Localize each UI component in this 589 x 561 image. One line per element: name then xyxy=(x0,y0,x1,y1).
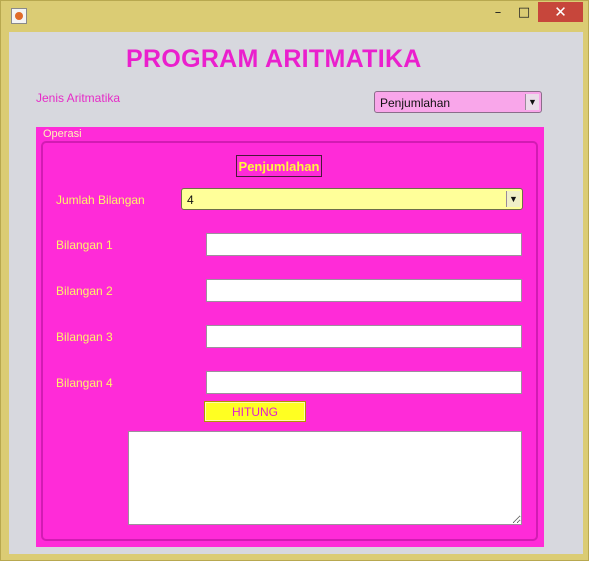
bilangan-3-label: Bilangan 3 xyxy=(56,330,113,344)
result-textarea[interactable] xyxy=(128,431,522,525)
title-bar[interactable]: – □ ✕ xyxy=(1,1,589,31)
jenis-aritmatika-value: Penjumlahan xyxy=(380,96,451,110)
bilangan-1-label: Bilangan 1 xyxy=(56,238,113,252)
java-app-icon[interactable] xyxy=(11,8,27,24)
operasi-inner-panel: Penjumlahan Jumlah Bilangan 4 ▼ Bilangan… xyxy=(41,141,538,541)
maximize-icon: □ xyxy=(517,4,531,20)
page-title: PROGRAM ARITMATIKA xyxy=(126,45,422,73)
jumlah-bilangan-dropdown[interactable]: 4 ▼ xyxy=(181,188,523,210)
operasi-panel: Operasi Penjumlahan Jumlah Bilangan 4 ▼ … xyxy=(36,127,544,547)
minimize-icon: – xyxy=(494,4,502,20)
jenis-aritmatika-label: Jenis Aritmatika xyxy=(36,91,121,105)
operation-label: Penjumlahan xyxy=(236,155,322,177)
bilangan-4-input[interactable] xyxy=(206,371,522,394)
hitung-button[interactable]: HITUNG xyxy=(204,401,306,422)
jenis-aritmatika-dropdown[interactable]: Penjumlahan ▼ xyxy=(374,91,542,113)
content-pane: PROGRAM ARITMATIKA Jenis Aritmatika Penj… xyxy=(9,32,583,554)
operasi-title: Operasi xyxy=(43,128,82,140)
minimize-button[interactable]: – xyxy=(485,2,511,22)
bilangan-2-input[interactable] xyxy=(206,279,522,302)
bilangan-2-label: Bilangan 2 xyxy=(56,284,113,298)
bilangan-4-label: Bilangan 4 xyxy=(56,376,113,390)
jumlah-bilangan-label: Jumlah Bilangan xyxy=(56,193,145,207)
jumlah-bilangan-value: 4 xyxy=(187,193,194,207)
close-icon: ✕ xyxy=(554,3,567,21)
bilangan-3-input[interactable] xyxy=(206,325,522,348)
bilangan-1-input[interactable] xyxy=(206,233,522,256)
maximize-button[interactable]: □ xyxy=(511,2,537,22)
app-window: – □ ✕ PROGRAM ARITMATIKA Jenis Aritmatik… xyxy=(0,0,589,561)
chevron-down-icon[interactable]: ▼ xyxy=(525,94,539,110)
close-button[interactable]: ✕ xyxy=(538,2,583,22)
chevron-down-icon[interactable]: ▼ xyxy=(506,191,520,207)
